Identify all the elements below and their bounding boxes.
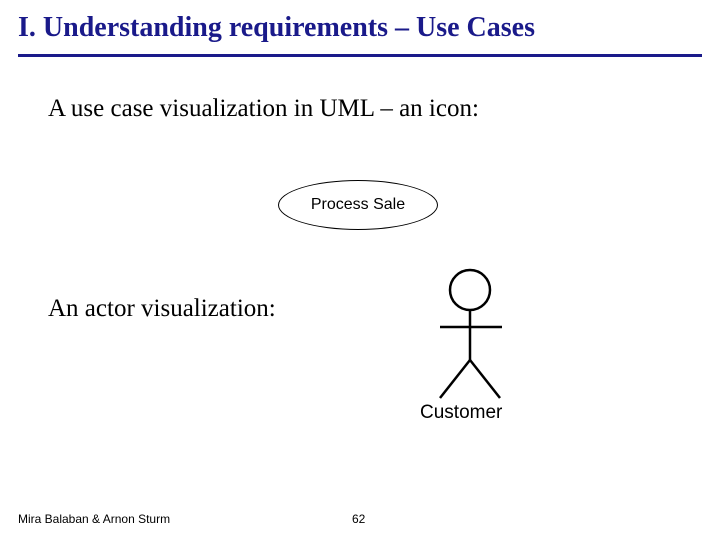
- slide-title: I. Understanding requirements – Use Case…: [18, 12, 535, 44]
- use-case-label: Process Sale: [311, 196, 405, 214]
- footer-authors: Mira Balaban & Arnon Sturm: [18, 512, 170, 526]
- body-text-actor: An actor visualization:: [48, 295, 276, 323]
- title-divider: [18, 54, 702, 57]
- use-case-ellipse: Process Sale: [278, 180, 438, 230]
- body-text-use-case: A use case visualization in UML – an ico…: [48, 95, 479, 123]
- footer-page-number: 62: [352, 512, 365, 526]
- actor-label: Customer: [420, 402, 502, 424]
